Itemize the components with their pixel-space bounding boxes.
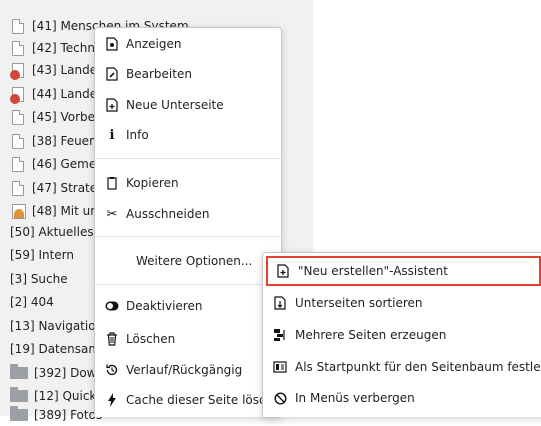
menu-divider xyxy=(95,236,281,237)
tree-item[interactable]: [59] Intern xyxy=(0,244,74,266)
view-icon xyxy=(105,37,119,51)
lightning-icon xyxy=(105,393,119,407)
history-menu-item[interactable]: Verlauf/Rückgängig xyxy=(95,356,281,384)
tree-item[interactable]: [3] Suche xyxy=(0,268,68,290)
tree-item[interactable]: [13] Navigation xyxy=(0,315,103,337)
tree-item[interactable]: [50] Aktuelles xyxy=(0,221,94,243)
edit-label: Bearbeiten xyxy=(126,67,192,81)
scissors-icon: ✂ xyxy=(106,206,118,222)
folder-icon xyxy=(10,364,28,379)
tree-item[interactable]: [42] Technik xyxy=(0,37,105,59)
sort-pages-icon xyxy=(273,296,287,310)
clear-cache-label: Cache dieser Seite löschen xyxy=(126,393,281,407)
ban-icon xyxy=(273,391,287,405)
tree-item[interactable]: [46] Gemein xyxy=(0,153,107,175)
page-icon xyxy=(12,18,24,34)
show-menu-item[interactable]: Anzeigen xyxy=(95,30,281,58)
cut-label: Ausschneiden xyxy=(126,207,210,221)
menu-divider xyxy=(95,158,281,159)
copy-label: Kopieren xyxy=(126,176,179,190)
tree-item-label: [44] Landes xyxy=(32,87,104,101)
new-wizard-label: "Neu erstellen"-Assistent xyxy=(298,264,448,278)
context-menu: Anzeigen Bearbeiten Neue Unterseite i In… xyxy=(94,27,282,417)
multiple-pages-icon xyxy=(273,328,287,342)
edit-icon xyxy=(105,67,119,81)
clipboard-icon xyxy=(105,176,119,190)
tree-item[interactable]: [2] 404 xyxy=(0,291,54,313)
hide-in-menus-label: In Menüs verbergen xyxy=(295,391,415,405)
restricted-page-icon xyxy=(10,86,24,104)
tree-item-label: [43] Landes xyxy=(32,63,104,77)
folder-icon xyxy=(10,406,28,421)
disable-label: Deaktivieren xyxy=(126,299,203,313)
restricted-page-icon xyxy=(10,62,24,80)
cut-menu-item[interactable]: ✂ Ausschneiden xyxy=(95,200,281,228)
info-icon: i xyxy=(109,127,115,143)
tree-item[interactable]: [47] Strateg xyxy=(0,177,105,199)
info-label: Info xyxy=(126,128,149,142)
edit-menu-item[interactable]: Bearbeiten xyxy=(95,60,281,88)
tree-item-label: [389] Fotos xyxy=(34,408,103,422)
clear-cache-menu-item[interactable]: Cache dieser Seite löschen xyxy=(95,386,281,414)
history-icon xyxy=(105,363,119,377)
tree-item-label: [3] Suche xyxy=(10,272,68,286)
show-label: Anzeigen xyxy=(126,37,182,51)
tree-item-label: [45] Vorbeu xyxy=(32,110,103,124)
delete-menu-item[interactable]: Löschen xyxy=(95,325,281,353)
set-startpoint-menu-item[interactable]: Als Startpunkt für den Seitenbaum festle… xyxy=(263,352,541,382)
more-options-label: Weitere Optionen... xyxy=(136,254,253,268)
menu-divider xyxy=(95,284,281,285)
tree-item-label: [2] 404 xyxy=(10,295,54,309)
page-icon xyxy=(12,40,24,56)
page-icon xyxy=(12,109,24,125)
new-wizard-menu-item[interactable]: "Neu erstellen"-Assistent xyxy=(266,256,541,286)
tree-item-label: [13] Navigation xyxy=(10,319,104,333)
toggle-off-icon xyxy=(105,299,119,313)
sort-subpages-label: Unterseiten sortieren xyxy=(295,296,423,310)
trash-icon xyxy=(105,332,119,346)
create-multiple-label: Mehrere Seiten erzeugen xyxy=(295,328,447,342)
tree-item-label: [59] Intern xyxy=(10,248,75,262)
new-page-icon xyxy=(276,264,290,278)
tree-item[interactable]: [389] Fotos xyxy=(0,404,102,426)
tree-item[interactable]: [45] Vorbeu xyxy=(0,106,103,128)
tree-item[interactable]: [44] Landes xyxy=(0,83,103,105)
page-icon xyxy=(12,156,24,172)
hide-in-menus-menu-item[interactable]: In Menüs verbergen xyxy=(263,383,541,413)
page-icon xyxy=(12,180,24,196)
new-subpage-menu-item[interactable]: Neue Unterseite xyxy=(95,91,281,119)
create-multiple-menu-item[interactable]: Mehrere Seiten erzeugen xyxy=(263,320,541,350)
history-label: Verlauf/Rückgängig xyxy=(126,363,243,377)
tree-item[interactable]: [392] Downl xyxy=(0,362,107,384)
blank-icon xyxy=(105,254,119,268)
delete-label: Löschen xyxy=(126,332,176,346)
page-icon xyxy=(12,133,24,149)
tree-item[interactable]: [43] Landes xyxy=(0,59,103,81)
disable-menu-item[interactable]: Deaktivieren xyxy=(95,292,281,320)
user-page-icon xyxy=(12,203,26,219)
tree-item-label: [50] Aktuelles xyxy=(10,225,94,239)
tree-item[interactable]: [48] Mit uns xyxy=(0,200,104,222)
sort-subpages-menu-item[interactable]: Unterseiten sortieren xyxy=(263,288,541,318)
new-subpage-label: Neue Unterseite xyxy=(126,98,224,112)
new-page-icon xyxy=(105,98,119,112)
submenu: "Neu erstellen"-Assistent Unterseiten so… xyxy=(262,252,541,417)
set-startpoint-label: Als Startpunkt für den Seitenbaum festle… xyxy=(295,360,541,374)
more-options-menu-item[interactable]: Weitere Optionen... › xyxy=(95,247,281,275)
folder-icon xyxy=(10,387,28,402)
tree-item[interactable]: [38] Feuerw xyxy=(0,130,104,152)
startpoint-icon xyxy=(273,360,287,374)
copy-menu-item[interactable]: Kopieren xyxy=(95,169,281,197)
info-menu-item[interactable]: i Info xyxy=(95,121,281,149)
